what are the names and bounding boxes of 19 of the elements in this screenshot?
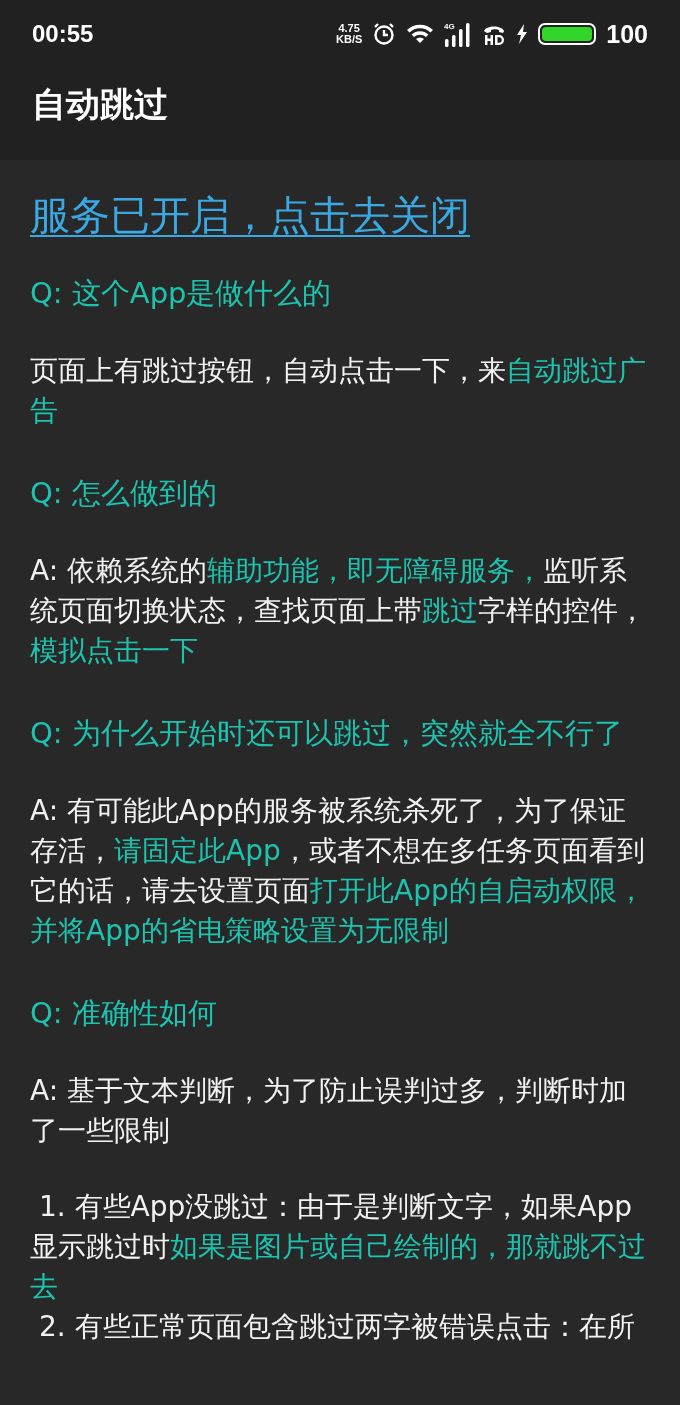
answer-paragraph: A: 依赖系统的辅助功能，即无障碍服务，监听系统页面切换状态，查找页面上带跳过字样的控件， 模拟点击一下 (30, 553, 647, 669)
battery-percent: 100 (606, 19, 648, 49)
battery-icon (538, 23, 597, 45)
question-heading: Q: 这个App是做什么的 (30, 275, 333, 312)
answer-paragraph: 页面上有跳过按钮，自动点击一下，来自动跳过广告 (30, 353, 647, 429)
clock-time: 00:55 (32, 20, 95, 48)
question-heading: Q: 准确性如何 (30, 995, 218, 1032)
app-title: 自动跳过 (31, 83, 169, 126)
alarm-icon (372, 22, 397, 46)
service-toggle-link[interactable]: 服务已开启，点击去关闭 (30, 188, 470, 243)
list-item-text: 2. 有些正常页面包含跳过两字被错误点击：在所 (37, 1309, 636, 1345)
question-heading: Q: 怎么做到的 (30, 475, 218, 512)
answer-paragraph: A: 基于文本判断，为了防止误判过多，判断时加了一些限制 (30, 1073, 628, 1149)
charging-icon (516, 24, 529, 44)
question-heading: Q: 为什么开始时还可以跳过，突然就全不行了 (30, 715, 624, 752)
wifi-icon (406, 23, 435, 45)
network-speed: 4.75 KB/S (336, 23, 363, 45)
answer-paragraph: A: 有可能此App的服务被系统杀死了，为了保证存活，请固定此App，或者不想在多任务页面看到它的话，请去设置页面打开此App的自启动权限，并将App的省电策略设置为无限制 (30, 793, 646, 949)
list-item-text: 1. 有些App没跳过：由于是判断文字，如果App显示跳过时如果是图片或自己绘制的，那就跳不过去 (30, 1189, 647, 1305)
